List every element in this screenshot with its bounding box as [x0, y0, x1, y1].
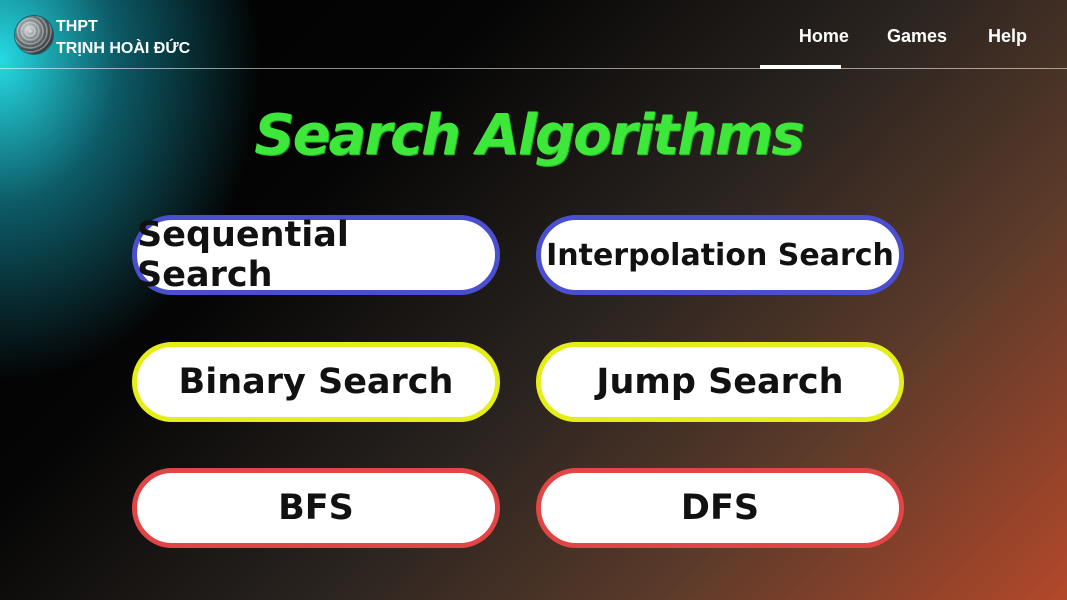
- binary-search-button[interactable]: Binary Search: [132, 342, 500, 422]
- nav-home[interactable]: Home: [799, 24, 849, 67]
- page-title: Search Algorithms: [254, 103, 805, 168]
- sequential-search-button[interactable]: Sequential Search: [132, 215, 500, 295]
- page: THPT TRỊNH HOÀI ĐỨC Home Games Help Sear…: [0, 0, 1067, 600]
- nav-games[interactable]: Games: [887, 24, 947, 67]
- dfs-button[interactable]: DFS: [536, 468, 904, 548]
- school-name: THPT TRỊNH HOÀI ĐỨC: [56, 16, 190, 60]
- site-logo[interactable]: THPT TRỊNH HOÀI ĐỨC: [15, 16, 190, 60]
- main-nav: Home Games Help: [799, 24, 1027, 67]
- logo-line-2: TRỊNH HOÀI ĐỨC: [56, 40, 191, 57]
- interpolation-search-button[interactable]: Interpolation Search: [536, 215, 904, 295]
- nav-help[interactable]: Help: [988, 24, 1027, 67]
- bfs-button[interactable]: BFS: [132, 468, 500, 548]
- logo-line-1: THPT: [56, 18, 98, 35]
- globe-icon: [15, 16, 53, 54]
- jump-search-button[interactable]: Jump Search: [536, 342, 904, 422]
- header-divider: [0, 68, 1067, 69]
